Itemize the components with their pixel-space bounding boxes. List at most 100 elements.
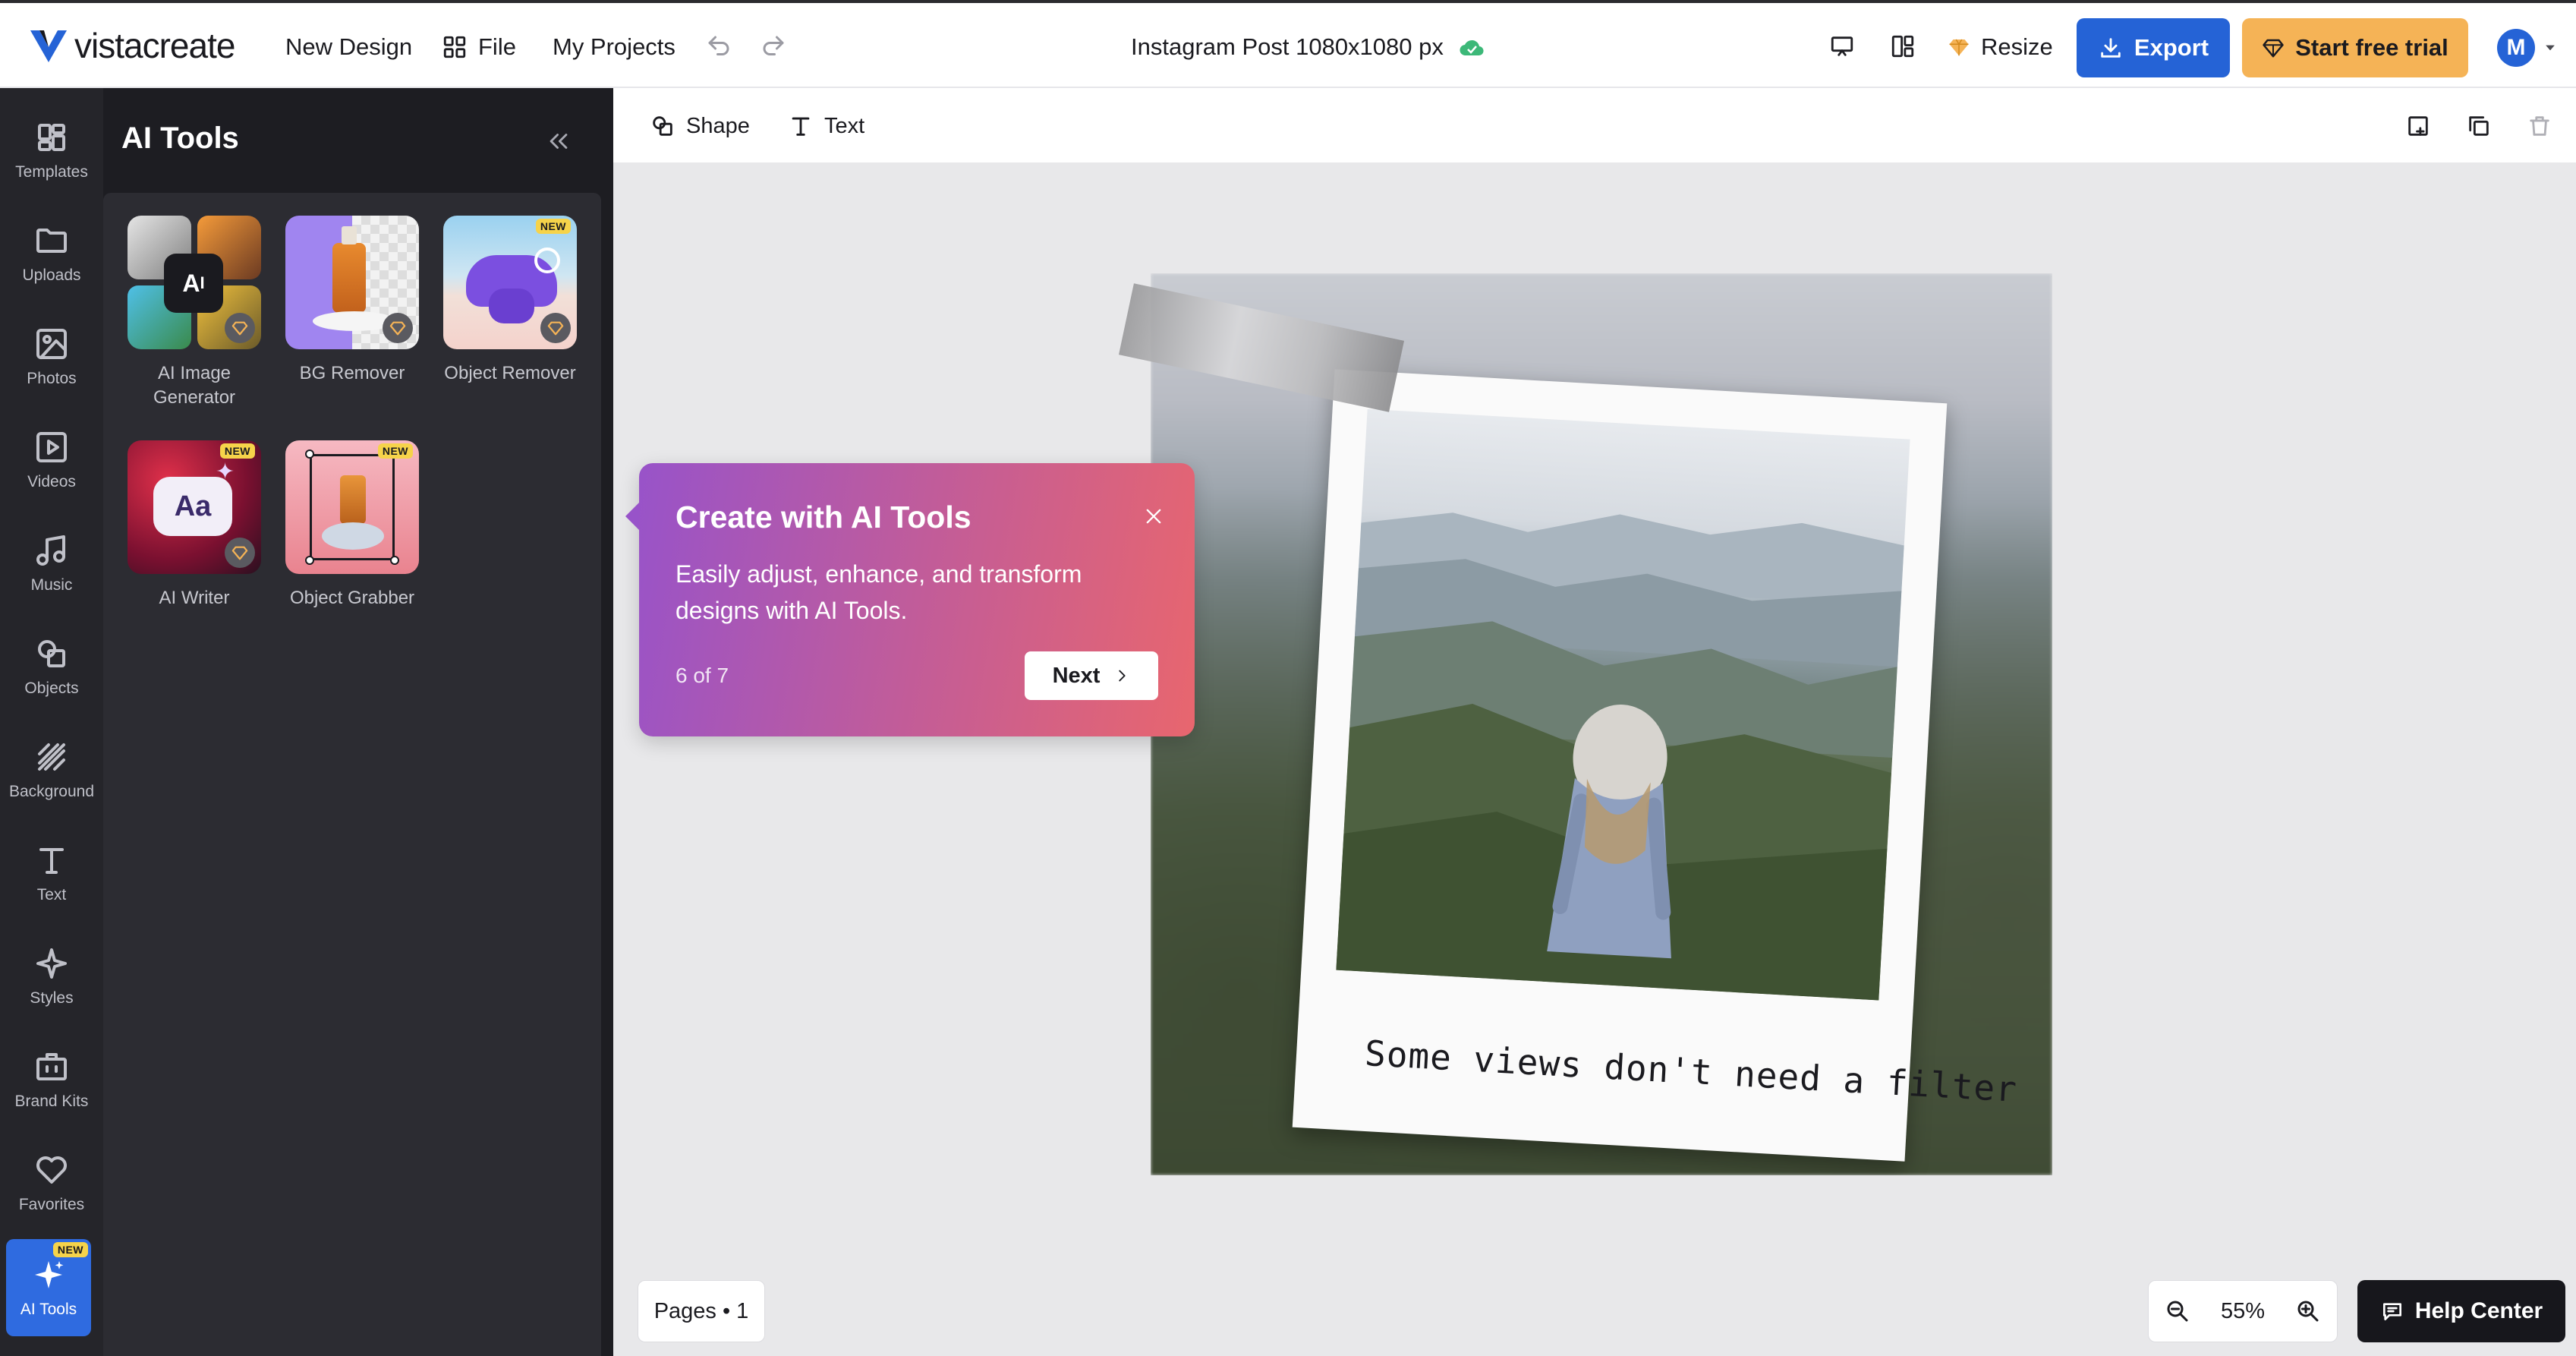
ai-sparkle-icon <box>35 1261 64 1288</box>
rail-item-styles[interactable]: Styles <box>0 928 103 1025</box>
new-badge: NEW <box>52 1242 88 1257</box>
add-page-icon <box>2408 116 2428 136</box>
rail-item-uploads[interactable]: Uploads <box>0 205 103 302</box>
left-rail: Templates Uploads Photos Videos Music Ob… <box>0 88 103 1356</box>
download-icon <box>2101 38 2121 58</box>
my-projects-button[interactable]: My Projects <box>553 27 675 67</box>
logo-icon <box>30 30 67 62</box>
rail-label: AI Tools <box>20 1301 77 1318</box>
ai-writer-thumbnail: Aa ✦ NEW <box>128 440 261 574</box>
rail-label: Uploads <box>22 266 81 284</box>
close-icon <box>1146 509 1161 524</box>
undo-icon <box>708 36 729 55</box>
tool-object-remover[interactable]: NEW Object Remover <box>434 216 586 386</box>
tool-label: BG Remover <box>299 363 405 383</box>
document-title-text: Instagram Post 1080x1080 px <box>1131 33 1444 60</box>
templates-icon <box>38 124 65 151</box>
tool-label: AI Image Generator <box>153 363 236 408</box>
layout-button[interactable] <box>1885 29 1920 64</box>
folder-icon <box>36 229 67 253</box>
trash-icon <box>2530 116 2549 136</box>
redo-button[interactable] <box>756 29 791 64</box>
resize-label: Resize <box>1981 33 2053 60</box>
tool-ai-image-generator[interactable]: AI AI Image Generator <box>118 216 270 410</box>
shape-label: Shape <box>686 113 750 138</box>
new-badge: NEW <box>219 443 255 459</box>
comments-button[interactable] <box>1825 29 1860 64</box>
text-button[interactable]: Text <box>788 109 864 143</box>
premium-icon <box>225 313 255 343</box>
delete-button[interactable] <box>2523 109 2556 143</box>
rail-item-music[interactable]: Music <box>0 515 103 612</box>
document-title[interactable]: Instagram Post 1080x1080 px <box>1131 27 1485 67</box>
zoom-out-icon <box>2167 1301 2188 1322</box>
zoom-controls: 55% <box>2148 1280 2338 1342</box>
rail-item-background[interactable]: Background <box>0 721 103 818</box>
collapse-panel-button[interactable] <box>542 125 575 158</box>
pages-button[interactable]: Pages • 1 <box>638 1280 765 1342</box>
panel-title: AI Tools <box>121 121 239 155</box>
rail-item-photos[interactable]: Photos <box>0 308 103 405</box>
zoom-level[interactable]: 55% <box>2221 1299 2265 1324</box>
zoom-in-button[interactable] <box>2294 1298 2322 1325</box>
rail-label: Brand Kits <box>14 1093 89 1110</box>
account-menu[interactable]: M <box>2497 29 2558 67</box>
start-free-trial-button[interactable]: Start free trial <box>2242 18 2468 77</box>
zoom-out-button[interactable] <box>2164 1298 2191 1325</box>
close-tooltip-button[interactable] <box>1138 501 1169 531</box>
tool-ai-writer[interactable]: Aa ✦ NEW AI Writer <box>118 440 270 610</box>
tool-bg-remover[interactable]: BG Remover <box>276 216 428 386</box>
file-menu-button[interactable]: File <box>442 27 516 67</box>
next-button[interactable]: Next <box>1025 651 1158 700</box>
bg-remover-thumbnail <box>285 216 419 349</box>
undo-button[interactable] <box>701 29 736 64</box>
design-artboard[interactable]: Some views don't need a filter <box>1151 273 2052 1175</box>
duplicate-icon <box>2469 116 2489 136</box>
brand-name: vistacreate <box>74 26 235 65</box>
rail-item-ai-tools[interactable]: AI Tools NEW <box>6 1239 91 1336</box>
tool-label: Object Remover <box>444 363 576 383</box>
help-center-button[interactable]: Help Center <box>2357 1280 2565 1342</box>
polaroid-frame[interactable]: Some views don't need a filter <box>1292 369 2019 1162</box>
rail-label: Objects <box>24 680 79 697</box>
new-design-button[interactable]: New Design <box>285 27 412 67</box>
rail-item-videos[interactable]: Videos <box>0 412 103 509</box>
rail-label: Background <box>8 783 95 800</box>
rail-item-brand-kits[interactable]: Brand Kits <box>0 1031 103 1128</box>
help-center-label: Help Center <box>2414 1298 2543 1323</box>
rail-label: Styles <box>30 989 74 1007</box>
my-projects-label: My Projects <box>553 33 675 60</box>
caption-text[interactable]: Some views don't need a filter <box>1364 1033 2019 1110</box>
layout-icon <box>1891 35 1914 58</box>
file-label: File <box>478 33 516 60</box>
add-page-button[interactable] <box>2401 109 2435 143</box>
objects-icon <box>38 640 65 667</box>
new-design-label: New Design <box>285 33 413 60</box>
tooltip-title: Create with AI Tools <box>675 500 972 535</box>
mountain-photo[interactable] <box>1336 408 1910 1001</box>
resize-button[interactable]: Resize <box>1948 27 2053 67</box>
avatar: M <box>2497 29 2535 67</box>
rail-label: Text <box>36 886 67 903</box>
tool-object-grabber[interactable]: NEW Object Grabber <box>276 440 428 610</box>
rail-item-objects[interactable]: Objects <box>0 618 103 715</box>
briefcase-icon <box>36 1053 67 1080</box>
rail-label: Templates <box>15 163 88 181</box>
chevron-right-icon <box>1119 670 1126 682</box>
redo-icon <box>763 36 784 55</box>
vistacreate-logo[interactable]: vistacreate <box>27 23 235 68</box>
rail-item-templates[interactable]: Templates <box>0 102 103 199</box>
cloud-saved-icon <box>1460 39 1484 56</box>
export-button[interactable]: Export <box>2077 18 2230 77</box>
new-badge: NEW <box>535 219 571 234</box>
tooltip-step-counter: 6 of 7 <box>675 664 729 687</box>
duplicate-button[interactable] <box>2462 109 2496 143</box>
shape-icon <box>653 116 672 136</box>
rail-item-favorites[interactable]: Favorites <box>0 1134 103 1231</box>
rail-label: Photos <box>27 370 77 387</box>
rail-item-text[interactable]: Text <box>0 825 103 922</box>
shape-button[interactable]: Shape <box>650 109 750 143</box>
object-grabber-thumbnail: NEW <box>285 440 419 574</box>
rail-label: Music <box>30 576 73 594</box>
photo-icon <box>36 329 67 359</box>
